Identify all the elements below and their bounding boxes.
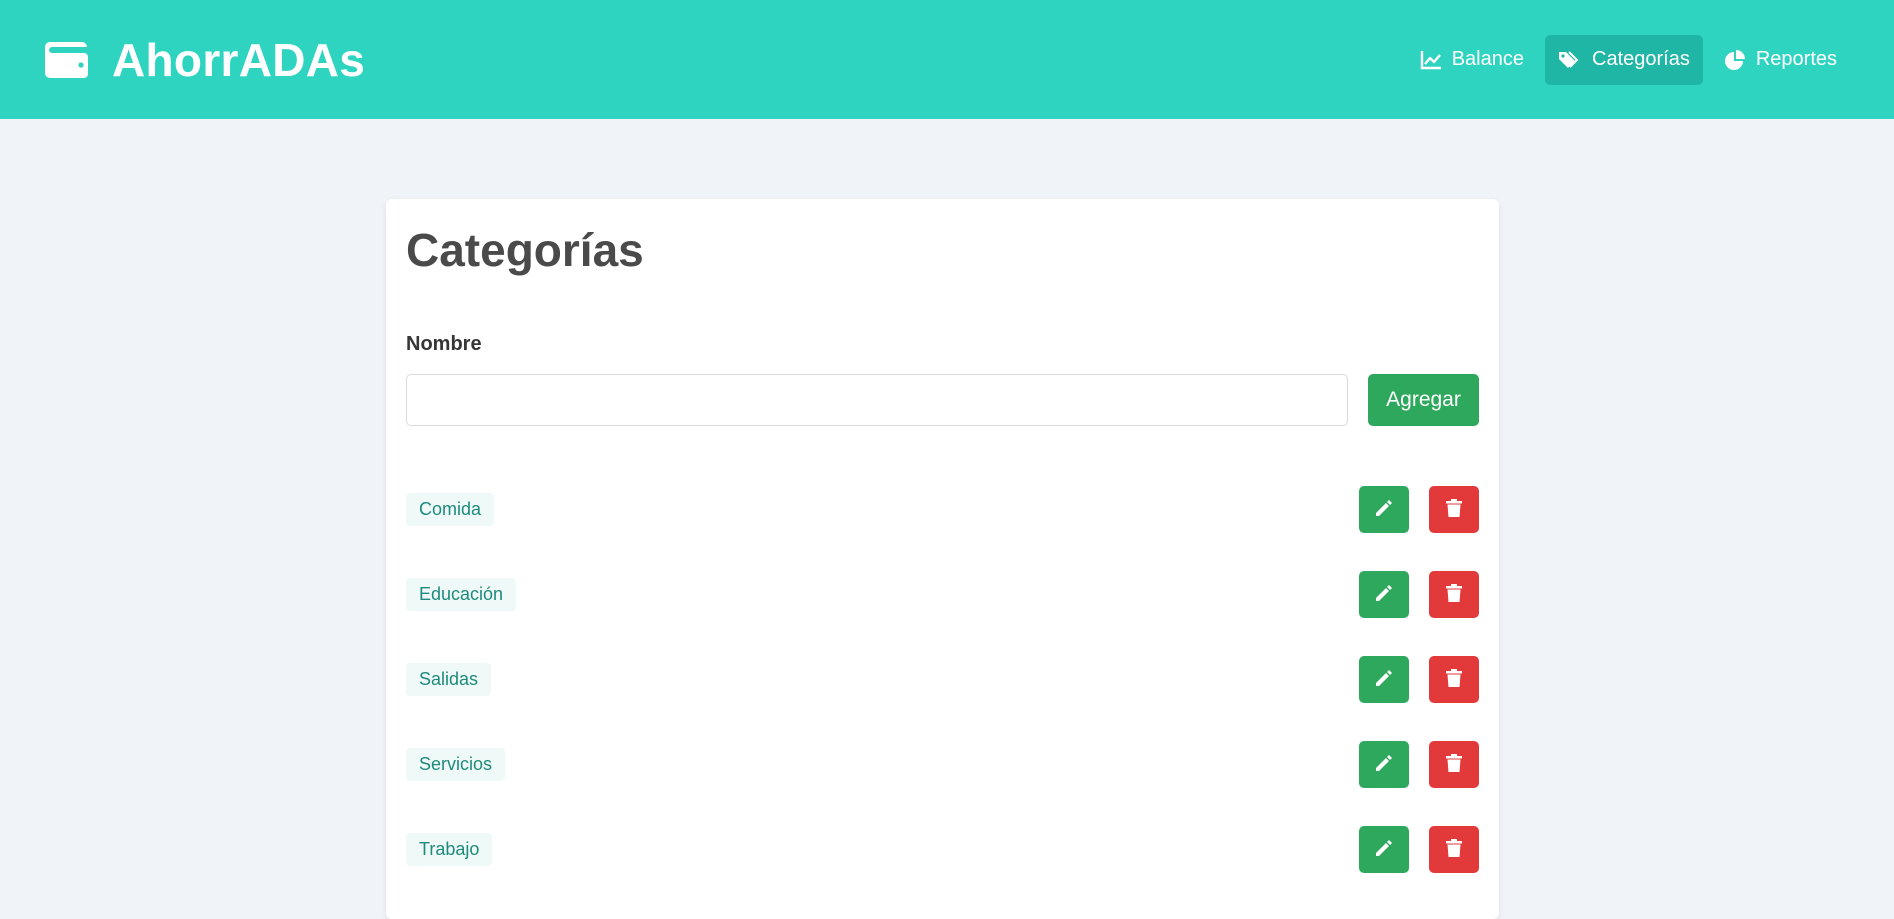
wallet-icon — [44, 40, 90, 80]
category-tag: Salidas — [406, 663, 492, 696]
category-name-input[interactable] — [406, 374, 1348, 426]
delete-button[interactable] — [1429, 741, 1479, 788]
nav-item-balance[interactable]: Balance — [1407, 35, 1537, 85]
trash-icon — [1445, 498, 1463, 521]
row-actions — [1359, 571, 1479, 618]
pencil-icon — [1374, 583, 1394, 606]
trash-icon — [1445, 753, 1463, 776]
brand-name: AhorrADAs — [112, 33, 366, 86]
edit-button[interactable] — [1359, 571, 1409, 618]
trash-icon — [1445, 583, 1463, 606]
pencil-icon — [1374, 668, 1394, 691]
edit-button[interactable] — [1359, 486, 1409, 533]
chart-line-icon — [1420, 50, 1442, 70]
navbar: AhorrADAs Balance Categorías Reportes — [0, 0, 1894, 119]
list-item: Salidas — [406, 656, 1479, 703]
category-list: Comida Educación Salidas Servicios Traba… — [406, 486, 1479, 873]
list-item: Educación — [406, 571, 1479, 618]
brand[interactable]: AhorrADAs — [44, 33, 365, 87]
category-tag: Comida — [406, 493, 495, 526]
nav-item-label: Balance — [1451, 48, 1524, 70]
delete-button[interactable] — [1429, 656, 1479, 703]
edit-button[interactable] — [1359, 826, 1409, 873]
page-title: Categorías — [406, 224, 644, 276]
delete-button[interactable] — [1429, 826, 1479, 873]
chart-pie-icon — [1724, 49, 1746, 71]
delete-button[interactable] — [1429, 571, 1479, 618]
trash-icon — [1445, 668, 1463, 691]
list-item: Trabajo — [406, 826, 1479, 873]
add-button[interactable]: Agregar — [1368, 374, 1479, 426]
trash-icon — [1445, 838, 1463, 861]
delete-button[interactable] — [1429, 486, 1479, 533]
nav-item-label: Categorías — [1592, 48, 1690, 70]
category-tag: Educación — [406, 578, 517, 611]
nav-item-label: Reportes — [1755, 48, 1837, 70]
edit-button[interactable] — [1359, 741, 1409, 788]
nav-item-reportes[interactable]: Reportes — [1711, 35, 1850, 85]
row-actions — [1359, 486, 1479, 533]
nav-item-categorias[interactable]: Categorías — [1545, 34, 1703, 85]
pencil-icon — [1374, 498, 1394, 521]
pencil-icon — [1374, 753, 1394, 776]
categories-card: Categorías Nombre Agregar Comida Educaci… — [386, 199, 1499, 919]
main-nav: Balance Categorías Reportes — [1407, 34, 1850, 85]
tags-icon — [1558, 50, 1582, 70]
row-actions — [1359, 826, 1479, 873]
category-tag: Servicios — [406, 748, 506, 781]
row-actions — [1359, 656, 1479, 703]
list-item: Servicios — [406, 741, 1479, 788]
edit-button[interactable] — [1359, 656, 1409, 703]
pencil-icon — [1374, 838, 1394, 861]
list-item: Comida — [406, 486, 1479, 533]
add-category-form: Agregar — [406, 374, 1479, 426]
row-actions — [1359, 741, 1479, 788]
category-tag: Trabajo — [406, 833, 493, 866]
name-label: Nombre — [406, 333, 482, 355]
